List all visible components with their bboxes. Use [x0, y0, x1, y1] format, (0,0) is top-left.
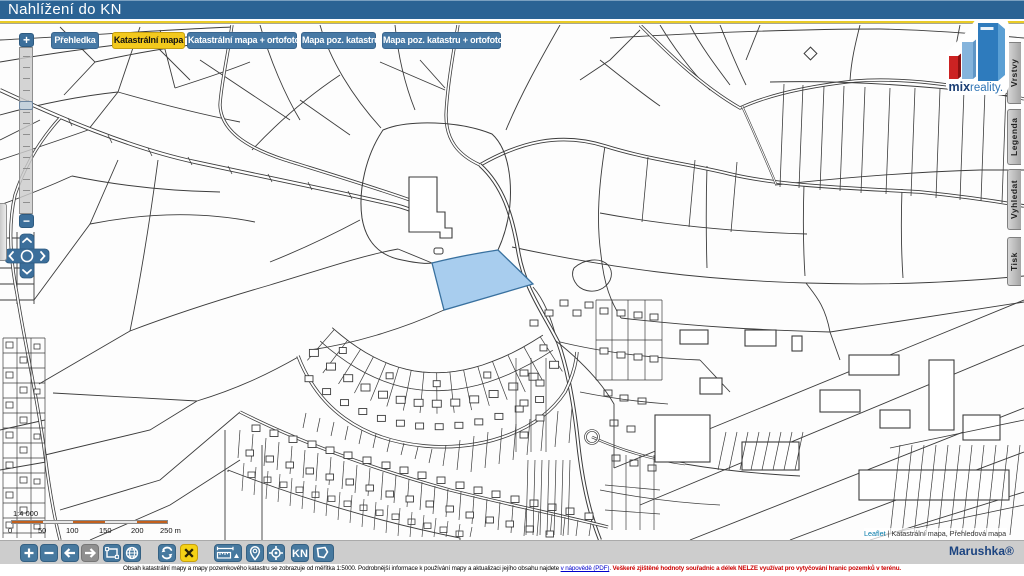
- svg-text:reality.: reality.: [970, 82, 1003, 94]
- svg-text:KN: KN: [292, 548, 308, 560]
- svg-text:mix: mix: [949, 80, 971, 94]
